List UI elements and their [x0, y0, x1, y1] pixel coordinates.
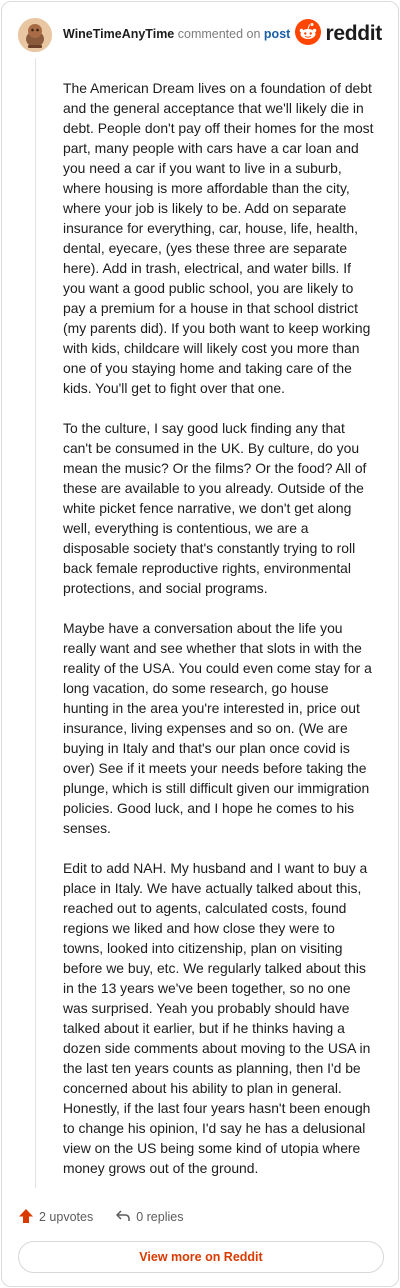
reddit-wordmark: reddit — [325, 22, 382, 45]
replies-button[interactable]: 0 replies — [115, 1208, 183, 1227]
upvote-button[interactable]: 2 upvotes — [18, 1208, 93, 1227]
comment-footer: 2 upvotes 0 replies — [18, 1206, 205, 1228]
post-link[interactable]: post — [264, 27, 290, 41]
comment-byline: WineTimeAnyTime commented on post — [63, 27, 290, 41]
reddit-logo[interactable]: reddit — [295, 18, 382, 50]
upvote-count: 2 upvotes — [39, 1210, 94, 1224]
reply-count: 0 replies — [136, 1210, 184, 1224]
reddit-logo-icon — [295, 18, 322, 50]
username-link[interactable]: WineTimeAnyTime — [63, 27, 174, 41]
comment-paragraph: The American Dream lives on a foundation… — [63, 80, 374, 396]
comment-paragraph: Maybe have a conversation about the life… — [63, 620, 372, 836]
reply-arrow-icon — [115, 1208, 136, 1227]
upvote-arrow-icon — [18, 1208, 39, 1227]
action-text: commented on — [177, 27, 261, 41]
comment-body: The American Dream lives on a foundation… — [63, 78, 375, 1198]
snoo-avatar-icon[interactable] — [18, 18, 52, 52]
comment-paragraph: Edit to add NAH. My husband and I want t… — [63, 860, 371, 1176]
comment-embed-card: WineTimeAnyTime commented on post reddit — [1, 1, 399, 1287]
comment-header: WineTimeAnyTime commented on post reddit — [2, 2, 398, 66]
thread-line — [35, 58, 36, 1188]
view-more-button[interactable]: View more on Reddit — [18, 1241, 384, 1273]
comment-paragraph: To the culture, I say good luck finding … — [63, 420, 367, 596]
